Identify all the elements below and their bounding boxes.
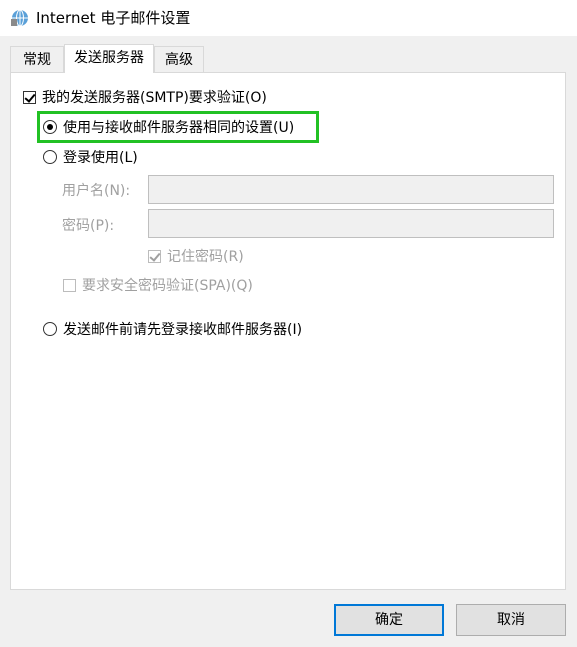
login-before-send-label: 发送邮件前请先登录接收邮件服务器(I) xyxy=(63,322,303,338)
smtp-auth-checkbox[interactable] xyxy=(23,90,36,104)
password-label: 密码(P): xyxy=(62,218,115,234)
spa-label: 要求安全密码验证(SPA)(Q) xyxy=(82,278,253,294)
internet-globe-icon xyxy=(11,9,28,27)
spa-checkbox[interactable] xyxy=(63,278,76,292)
same-settings-option[interactable]: 使用与接收邮件服务器相同的设置(U) xyxy=(43,116,294,138)
tab-advanced[interactable]: 高级 xyxy=(154,46,204,72)
window-title: Internet 电子邮件设置 xyxy=(36,9,191,27)
remember-password-checkbox[interactable] xyxy=(148,249,161,263)
login-before-send-radio[interactable] xyxy=(43,322,57,336)
login-with-label: 登录使用(L) xyxy=(63,150,138,166)
cancel-button[interactable]: 取消 xyxy=(456,604,566,636)
smtp-auth-label: 我的发送服务器(SMTP)要求验证(O) xyxy=(42,90,267,106)
same-settings-radio[interactable] xyxy=(43,120,57,134)
tab-outgoing-server[interactable]: 发送服务器 xyxy=(64,44,154,73)
same-settings-label: 使用与接收邮件服务器相同的设置(U) xyxy=(63,120,295,136)
remember-password-option[interactable]: 记住密码(R) xyxy=(148,245,244,267)
login-before-send-option[interactable]: 发送邮件前请先登录接收邮件服务器(I) xyxy=(43,318,302,340)
login-with-option[interactable]: 登录使用(L) xyxy=(43,146,138,168)
remember-password-label: 记住密码(R) xyxy=(167,249,244,265)
username-label: 用户名(N): xyxy=(62,183,131,199)
ok-button[interactable]: 确定 xyxy=(334,604,444,636)
password-field[interactable] xyxy=(148,209,554,238)
spa-option[interactable]: 要求安全密码验证(SPA)(Q) xyxy=(63,274,253,296)
username-field[interactable] xyxy=(148,175,554,204)
smtp-auth-option[interactable]: 我的发送服务器(SMTP)要求验证(O) xyxy=(23,86,267,108)
tab-general[interactable]: 常规 xyxy=(10,46,64,72)
login-with-radio[interactable] xyxy=(43,150,57,164)
title-bar: Internet 电子邮件设置 xyxy=(0,0,577,36)
